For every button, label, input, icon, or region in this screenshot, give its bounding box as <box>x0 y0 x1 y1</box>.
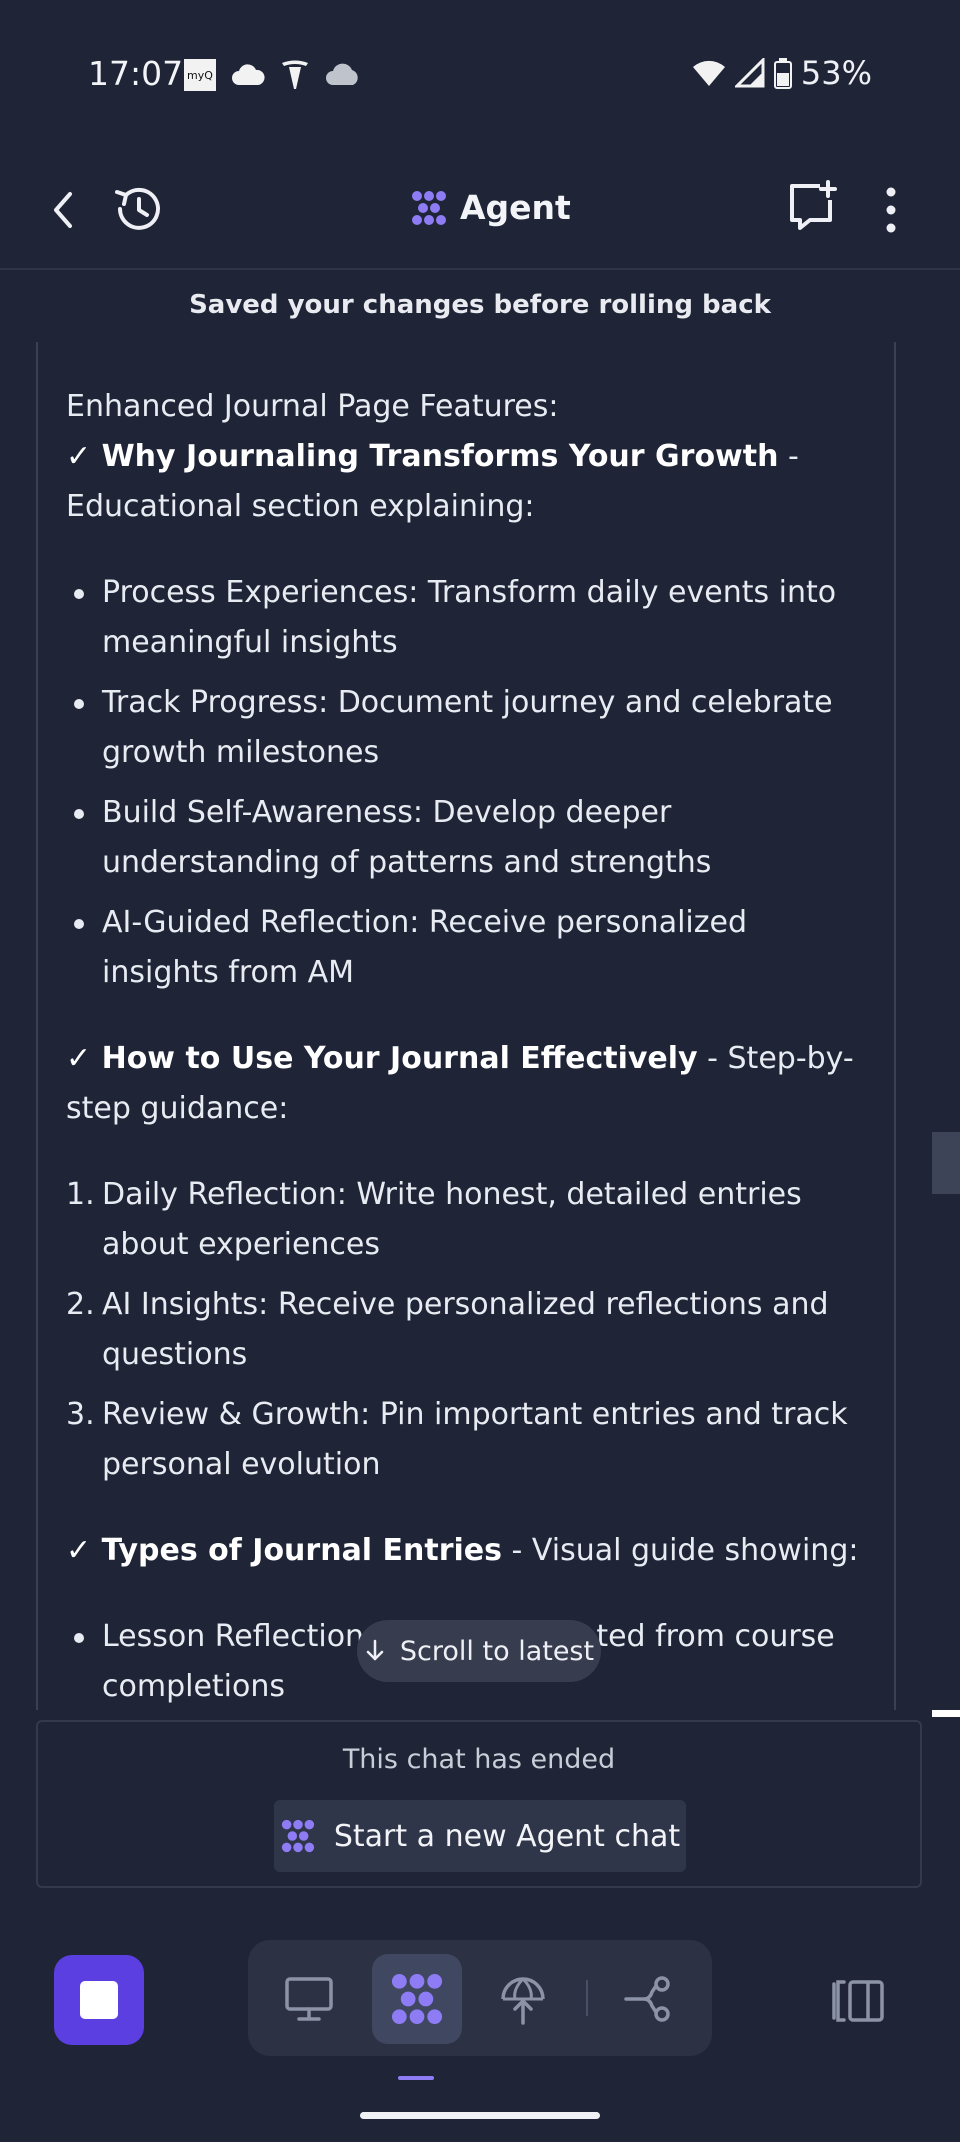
bullet-list: Process Experiences: Transform daily eve… <box>66 568 866 998</box>
side-panel-icon <box>832 1980 884 2022</box>
toolbar-divider <box>586 1980 588 2016</box>
chat-ended-text: This chat has ended <box>342 1744 616 1775</box>
section-heading: ✓ Why Journaling Transforms Your Growth … <box>66 432 866 532</box>
start-new-agent-chat-button[interactable]: Start a new Agent chat <box>274 1800 686 1872</box>
numbered-list: 1. Daily Reflection: Write honest, detail… <box>66 1170 866 1490</box>
more-vertical-icon <box>886 187 896 233</box>
battery-percent: 53% <box>800 54 872 92</box>
list-item: 1. Daily Reflection: Write honest, detail… <box>66 1170 866 1270</box>
git-branch-icon <box>624 1976 670 2022</box>
section-heading: ✓ Types of Journal Entries - Visual guid… <box>66 1526 866 1576</box>
section-heading: ✓ How to Use Your Journal Effectively - … <box>66 1034 866 1134</box>
agent-mode-button[interactable] <box>372 1954 462 2044</box>
globe-upload-icon <box>501 1977 545 2025</box>
page-title-text: Agent <box>460 188 571 227</box>
list-item: 2. AI Insights: Receive personalized refl… <box>66 1280 866 1380</box>
home-indicator[interactable] <box>360 2112 600 2119</box>
stop-icon <box>80 1981 118 2019</box>
battery-icon <box>773 58 792 89</box>
top-app-bar: Agent <box>0 150 960 270</box>
list-item: Process Experiences: Transform daily eve… <box>66 568 866 668</box>
more-options-button[interactable] <box>878 182 904 238</box>
status-bar: 17:07 myQ 53% <box>0 0 960 150</box>
message-section-1: Enhanced Journal Page Features: ✓ Why Jo… <box>66 382 866 532</box>
history-button[interactable] <box>110 180 168 238</box>
bottom-toolbar <box>0 1940 960 2070</box>
section-title: Why Journaling Transforms Your Growth <box>101 439 779 474</box>
status-right: 53% <box>691 54 872 92</box>
list-item-text: Review & Growth: Pin important entries a… <box>102 1397 848 1482</box>
status-app-icons: myQ <box>183 58 361 92</box>
chevron-left-icon <box>54 192 72 228</box>
workflow-mode-button[interactable] <box>604 1954 694 2044</box>
chat-message-area[interactable]: Enhanced Journal Page Features: ✓ Why Jo… <box>36 342 896 1710</box>
list-number: 2. <box>66 1287 95 1322</box>
section-title: Types of Journal Entries <box>101 1533 503 1568</box>
agent-logo-icon <box>391 1973 443 2025</box>
message-intro: Enhanced Journal Page Features: <box>66 389 559 424</box>
scroll-to-latest-label: Scroll to latest <box>399 1635 595 1667</box>
stop-button[interactable] <box>54 1955 144 2045</box>
cloud-icon <box>232 64 265 85</box>
new-chat-button[interactable] <box>786 180 838 232</box>
publish-mode-button[interactable] <box>478 1954 568 2044</box>
monitor-icon <box>285 1977 333 2021</box>
scroll-to-latest-button[interactable]: Scroll to latest <box>357 1620 601 1682</box>
check-mark: ✓ <box>66 1533 92 1568</box>
list-item-text: AI Insights: Receive personalized reflec… <box>102 1287 829 1372</box>
check-mark: ✓ <box>66 439 92 474</box>
list-number: 1. <box>66 1177 95 1212</box>
list-item: Track Progress: Document journey and cel… <box>66 678 866 778</box>
agent-logo-icon <box>412 190 446 225</box>
scrollbar-thumb[interactable] <box>932 1132 960 1194</box>
status-time: 17:07 <box>88 54 184 93</box>
list-item: 3. Review & Growth: Pin important entries… <box>66 1390 866 1490</box>
rollback-notice: Saved your changes before rolling back <box>189 290 771 320</box>
list-number: 3. <box>66 1397 95 1432</box>
myq-icon: myQ <box>184 59 216 91</box>
chat-ended-panel: This chat has ended Start a new Agent ch… <box>36 1720 922 1888</box>
agent-logo-icon <box>281 1819 314 1853</box>
list-item-text: Daily Reflection: Write honest, detailed… <box>102 1177 802 1262</box>
active-tab-indicator <box>398 2076 434 2080</box>
section-title: How to Use Your Journal Effectively <box>101 1041 698 1076</box>
preview-mode-button[interactable] <box>264 1954 354 2044</box>
start-new-agent-chat-label: Start a new Agent chat <box>333 1818 681 1854</box>
list-item: AI-Guided Reflection: Receive personaliz… <box>66 898 866 998</box>
history-icon <box>115 187 160 230</box>
new-chat-icon <box>790 180 837 230</box>
toggle-panel-button[interactable] <box>830 1978 886 2024</box>
check-mark: ✓ <box>66 1041 92 1076</box>
arrow-down-icon <box>366 1639 384 1661</box>
section-description: - Visual guide showing: <box>502 1533 859 1568</box>
scroll-position-marker <box>932 1710 960 1717</box>
back-button[interactable] <box>44 184 84 236</box>
tesla-icon <box>282 60 308 89</box>
signal-icon <box>734 58 765 88</box>
wifi-icon <box>692 60 725 86</box>
agent-message: Enhanced Journal Page Features: ✓ Why Jo… <box>66 382 866 1710</box>
page-title: Agent <box>410 188 571 227</box>
svg-text:myQ: myQ <box>187 69 213 82</box>
list-item: Build Self-Awareness: Develop deeper und… <box>66 788 866 888</box>
view-mode-switcher <box>248 1940 712 2056</box>
weather-cloud-icon <box>326 63 358 85</box>
